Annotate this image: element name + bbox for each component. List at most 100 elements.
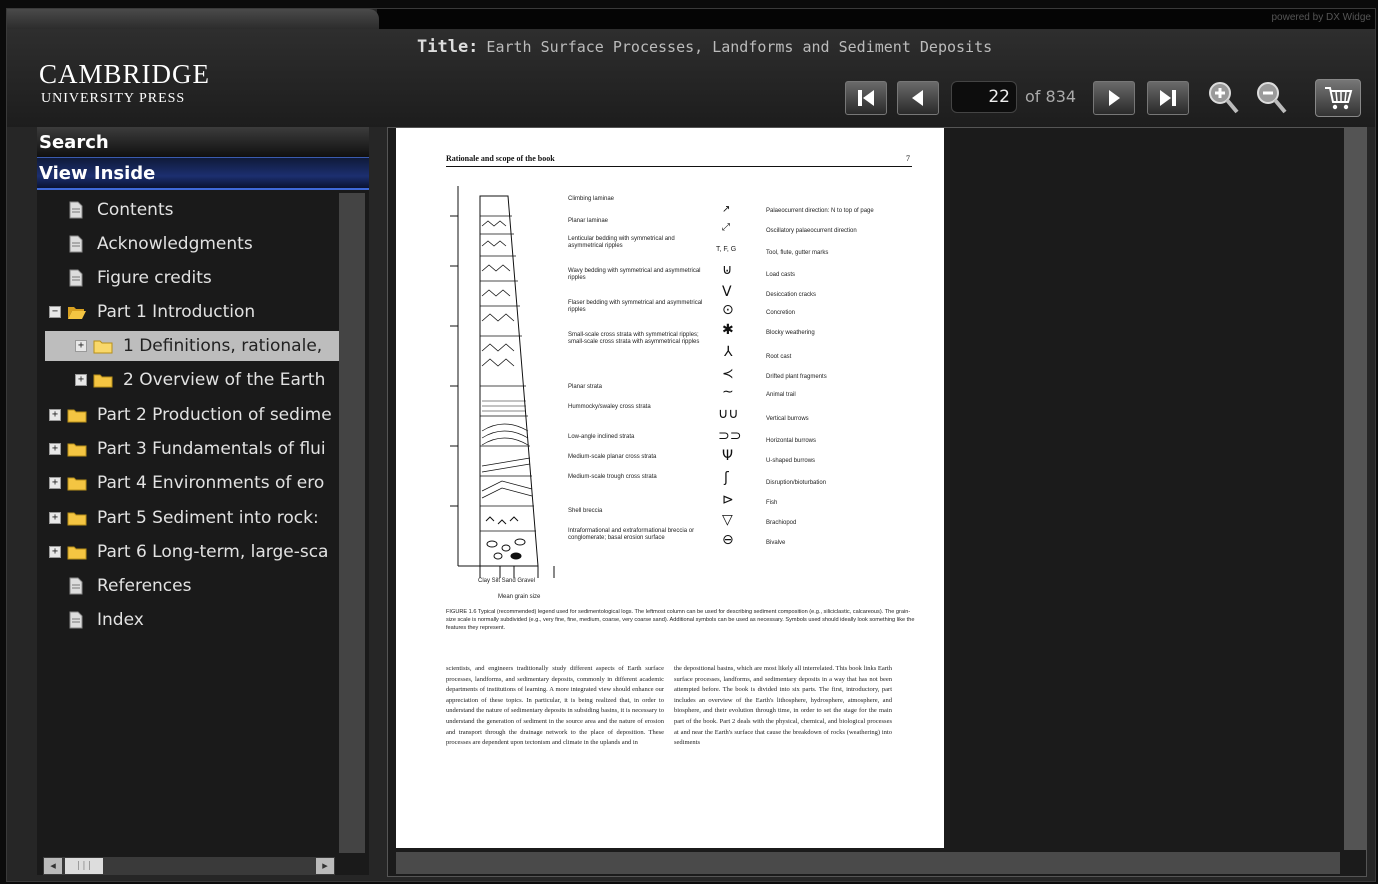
toc-label: 2 Overview of the Earth bbox=[123, 370, 326, 390]
book-page: Rationale and scope of the book 7 Clay S… bbox=[396, 128, 944, 848]
toc-label: Part 3 Fundamentals of flui bbox=[97, 439, 326, 459]
last-page-button[interactable] bbox=[1147, 81, 1189, 115]
next-page-button[interactable] bbox=[1093, 81, 1135, 115]
zoom-out-button[interactable] bbox=[1253, 79, 1291, 117]
plant-fragment-icon: ≺ bbox=[722, 366, 734, 382]
legend-left-11: Shell breccia bbox=[568, 508, 603, 514]
title-label: Title: bbox=[417, 37, 479, 57]
previous-page-button[interactable] bbox=[897, 81, 939, 115]
legend-right-3: Load casts bbox=[766, 272, 796, 278]
powered-by-text: powered by DX Widge bbox=[1271, 12, 1372, 23]
tool-marks-symbol: T, F, G bbox=[716, 246, 737, 253]
viewer-vertical-scrollbar[interactable] bbox=[1344, 128, 1366, 850]
expand-icon[interactable]: + bbox=[49, 443, 61, 455]
toc-item-part-1[interactable]: − Part 1 Introduction bbox=[49, 297, 255, 327]
vertical-burrow-icon: ∪∪ bbox=[718, 406, 739, 422]
document-icon bbox=[69, 201, 83, 219]
legend-left-4: Flaser bedding with symmetrical and asym… bbox=[568, 300, 703, 313]
figure-caption: FIGURE 1.6 Typical (recommended) legend … bbox=[446, 609, 915, 631]
toc-item-chapter-2[interactable]: + 2 Overview of the Earth bbox=[75, 365, 325, 395]
sidebar-vertical-scrollbar[interactable] bbox=[339, 193, 365, 853]
legend-right-13: Disruption/bioturbation bbox=[766, 480, 827, 486]
view-inside-tab[interactable]: View Inside bbox=[37, 158, 369, 190]
zoom-in-button[interactable] bbox=[1205, 79, 1243, 117]
page-number-input[interactable]: 22 bbox=[951, 81, 1017, 113]
toc-item-figure-credits[interactable]: Figure credits bbox=[69, 263, 212, 293]
legend-right-5: Concretion bbox=[766, 310, 796, 316]
toc-item-contents[interactable]: Contents bbox=[69, 195, 173, 225]
toc-item-part-5[interactable]: + Part 5 Sediment into rock: bbox=[49, 503, 319, 533]
scroll-thumb[interactable]: ||| bbox=[65, 858, 103, 874]
collapse-icon[interactable]: − bbox=[49, 306, 61, 318]
legend-right-11: Horizontal burrows bbox=[766, 438, 817, 444]
load-cast-icon: ⊍ bbox=[722, 262, 733, 278]
legend-left-8: Low-angle inclined strata bbox=[568, 434, 635, 440]
viewer-horizontal-scrollbar[interactable] bbox=[396, 852, 1340, 874]
desiccation-icon: ᐯ bbox=[722, 284, 732, 300]
legend-right-16: Bivalve bbox=[766, 540, 786, 546]
toc-label: Part 4 Environments of ero bbox=[97, 473, 325, 493]
toc-label: Part 2 Production of sedime bbox=[97, 405, 332, 425]
toc-label: Index bbox=[97, 610, 144, 630]
previous-page-icon bbox=[912, 90, 923, 106]
running-head: Rationale and scope of the book bbox=[446, 154, 555, 163]
document-icon bbox=[69, 269, 83, 287]
legend-right-14: Fish bbox=[766, 500, 778, 506]
legend-left-6: Planar strata bbox=[568, 384, 603, 390]
folder-icon bbox=[67, 546, 87, 559]
toc-item-part-3[interactable]: + Part 3 Fundamentals of flui bbox=[49, 434, 326, 464]
page-total: of 834 bbox=[1025, 87, 1077, 106]
toc-item-part-4[interactable]: + Part 4 Environments of ero bbox=[49, 468, 324, 498]
legend-right-10: Vertical burrows bbox=[766, 416, 809, 422]
publisher-logo-sub: UNIVERSITY PRESS bbox=[41, 91, 186, 106]
document-icon bbox=[69, 577, 83, 595]
expand-icon[interactable]: + bbox=[49, 546, 61, 558]
reader-window: powered by DX Widge CAMBRIDGE UNIVERSITY… bbox=[6, 8, 1376, 882]
toc-label: Part 5 Sediment into rock: bbox=[97, 508, 319, 528]
header-rule bbox=[446, 166, 912, 167]
search-tab[interactable]: Search bbox=[37, 127, 369, 158]
folder-icon bbox=[93, 340, 113, 353]
body-text-right: the depositional basins, which are most … bbox=[674, 665, 892, 747]
legend-left-2: Lenticular bedding with symmetrical and … bbox=[568, 236, 675, 249]
folder-icon bbox=[67, 512, 87, 525]
root-cast-icon: ⅄ bbox=[724, 344, 733, 360]
toc-label: 1 Definitions, rationale, bbox=[123, 336, 323, 356]
zoom-in-icon bbox=[1209, 82, 1239, 114]
blocky-weathering-icon: ✱ bbox=[722, 322, 734, 338]
scroll-right-arrow-icon[interactable]: ▸ bbox=[316, 858, 334, 874]
open-folder-icon bbox=[68, 306, 86, 319]
toc-label: Contents bbox=[97, 200, 174, 220]
toc-item-index[interactable]: Index bbox=[69, 605, 144, 635]
first-page-button[interactable] bbox=[845, 81, 887, 115]
document-icon bbox=[69, 235, 83, 253]
next-page-icon bbox=[1109, 90, 1120, 106]
expand-icon[interactable]: + bbox=[49, 512, 61, 524]
expand-icon[interactable]: + bbox=[49, 409, 61, 421]
toc-label: References bbox=[97, 576, 192, 596]
table-of-contents: Contents Acknowledgments Figure credits … bbox=[37, 193, 339, 833]
expand-icon[interactable]: + bbox=[75, 340, 87, 352]
toc-item-references[interactable]: References bbox=[69, 571, 191, 601]
legend-left-12: Intraformational and extraformational br… bbox=[568, 528, 695, 541]
scroll-left-arrow-icon[interactable]: ◂ bbox=[44, 858, 62, 874]
toc-item-chapter-1[interactable]: + 1 Definitions, rationale, bbox=[45, 331, 339, 361]
grain-size-axis-label: Mean grain size bbox=[498, 594, 541, 600]
first-page-icon bbox=[858, 90, 874, 106]
folder-icon bbox=[67, 443, 87, 456]
expand-icon[interactable]: + bbox=[75, 374, 87, 386]
toc-label: Part 1 Introduction bbox=[97, 302, 256, 322]
toc-label: Acknowledgments bbox=[97, 234, 253, 254]
shopping-cart-icon bbox=[1325, 87, 1353, 110]
sidebar-horizontal-scrollbar[interactable]: ◂ ||| ▸ bbox=[43, 857, 335, 875]
last-page-icon bbox=[1160, 90, 1176, 106]
shopping-cart-button[interactable] bbox=[1315, 79, 1361, 117]
toc-item-acknowledgments[interactable]: Acknowledgments bbox=[69, 229, 253, 259]
fish-icon: ⊳ bbox=[722, 492, 734, 508]
toc-item-part-6[interactable]: + Part 6 Long-term, large-sca bbox=[49, 537, 328, 567]
legend-left-3: Wavy bedding with symmetrical and asymme… bbox=[568, 268, 701, 281]
expand-icon[interactable]: + bbox=[49, 477, 61, 489]
brachiopod-icon: ▽ bbox=[722, 512, 733, 528]
toc-item-part-2[interactable]: + Part 2 Production of sedime bbox=[49, 400, 332, 430]
bivalve-icon: ⊖ bbox=[722, 532, 734, 548]
